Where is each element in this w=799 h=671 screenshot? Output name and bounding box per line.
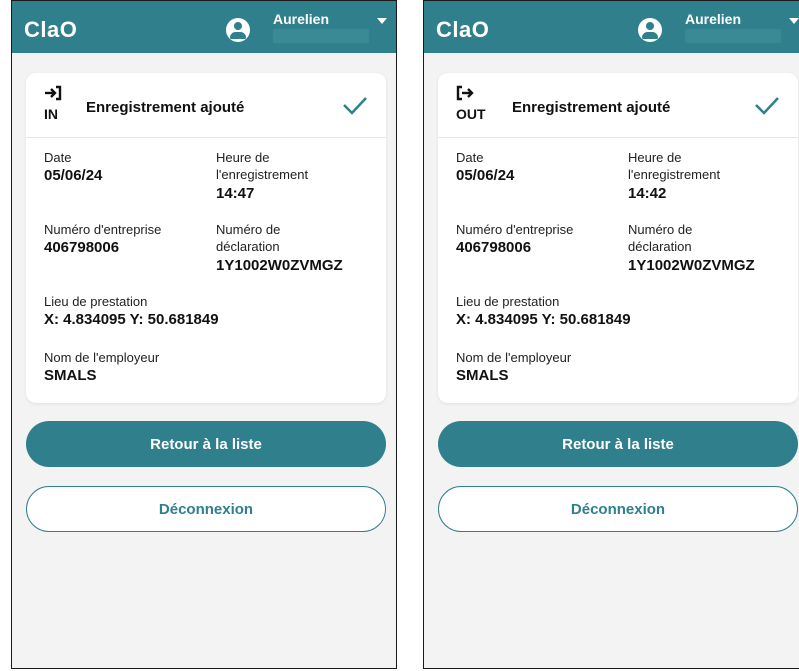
card-title: Enregistrement ajouté xyxy=(86,99,245,116)
lieu-label: Lieu de prestation xyxy=(456,294,560,309)
card-title: Enregistrement ajouté xyxy=(512,99,671,116)
card-header: IN Enregistrement ajouté xyxy=(26,73,386,138)
heure-label-line1: Heure de xyxy=(216,150,270,165)
chevron-down-icon[interactable] xyxy=(377,18,387,24)
card-header: OUT Enregistrement ajouté xyxy=(438,73,798,138)
date-label: Date xyxy=(44,150,72,165)
app-header: ClaO Aurelien xyxy=(12,1,396,53)
app-title: ClaO xyxy=(436,17,490,42)
entreprise-value: 406798006 xyxy=(44,239,120,256)
employeur-value: SMALS xyxy=(456,367,509,384)
employeur-label: Nom de l'employeur xyxy=(44,350,160,365)
entreprise-label: Numéro d'entreprise xyxy=(44,222,162,237)
date-label: Date xyxy=(456,150,484,165)
deconnexion-button[interactable]: Déconnexion xyxy=(438,486,798,532)
user-avatar-icon[interactable] xyxy=(226,18,250,42)
user-name[interactable]: Aurelien xyxy=(685,11,741,27)
declaration-value: 1Y1002W0ZVMGZ xyxy=(628,257,755,274)
heure-value: 14:42 xyxy=(628,185,667,202)
date-value: 05/06/24 xyxy=(44,167,103,184)
chevron-down-icon[interactable] xyxy=(789,18,799,24)
date-value: 05/06/24 xyxy=(456,167,515,184)
lieu-label: Lieu de prestation xyxy=(44,294,148,309)
user-subtitle-redacted xyxy=(685,29,781,43)
heure-label-line2: l'enregistrement xyxy=(628,167,721,182)
deconnexion-button[interactable]: Déconnexion xyxy=(26,486,386,532)
declaration-label-line2: déclaration xyxy=(628,239,692,254)
user-name[interactable]: Aurelien xyxy=(273,11,329,27)
declaration-value: 1Y1002W0ZVMGZ xyxy=(216,257,343,274)
declaration-label-line1: Numéro de xyxy=(628,222,693,237)
check-icon xyxy=(755,97,779,115)
entreprise-value: 406798006 xyxy=(456,239,532,256)
phone-screen-in: ClaO Aurelien IN Enregistrement ajouté D… xyxy=(11,0,397,669)
retour-a-la-liste-button[interactable]: Retour à la liste xyxy=(26,421,386,467)
lieu-value: X: 4.834095 Y: 50.681849 xyxy=(456,311,631,328)
user-subtitle-redacted xyxy=(273,29,369,43)
heure-label-line1: Heure de xyxy=(628,150,682,165)
heure-value: 14:47 xyxy=(216,185,255,202)
check-icon xyxy=(343,97,367,115)
registration-card: IN Enregistrement ajouté Date 05/06/24 H… xyxy=(26,73,386,403)
app-header: ClaO Aurelien xyxy=(424,1,799,53)
direction-label: OUT xyxy=(456,106,486,122)
heure-label-line2: l'enregistrement xyxy=(216,167,309,182)
app-title: ClaO xyxy=(24,17,78,42)
direction-label: IN xyxy=(44,106,58,122)
employeur-label: Nom de l'employeur xyxy=(456,350,572,365)
declaration-label-line2: déclaration xyxy=(216,239,280,254)
phone-screen-out: ClaO Aurelien OUT Enregistrement ajouté … xyxy=(423,0,799,669)
registration-card: OUT Enregistrement ajouté Date 05/06/24 … xyxy=(438,73,798,403)
lieu-value: X: 4.834095 Y: 50.681849 xyxy=(44,311,219,328)
employeur-value: SMALS xyxy=(44,367,97,384)
sign-in-icon xyxy=(44,85,62,105)
retour-a-la-liste-button[interactable]: Retour à la liste xyxy=(438,421,798,467)
entreprise-label: Numéro d'entreprise xyxy=(456,222,574,237)
user-avatar-icon[interactable] xyxy=(638,18,662,42)
declaration-label-line1: Numéro de xyxy=(216,222,281,237)
sign-out-icon xyxy=(456,85,474,105)
